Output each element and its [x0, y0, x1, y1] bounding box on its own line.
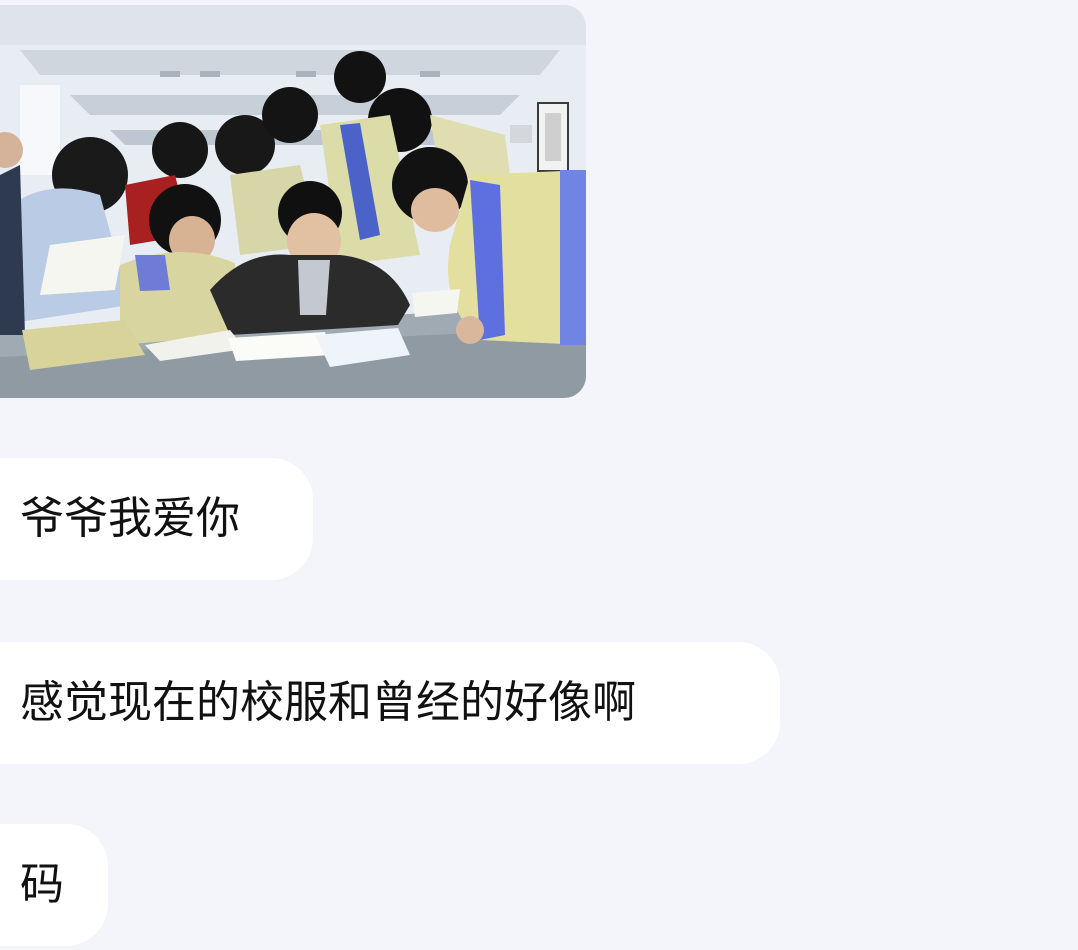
message-text-2: 感觉现在的校服和曾经的好像啊 [20, 677, 636, 728]
classroom-photo-icon [0, 5, 586, 398]
message-text-3: 码 [20, 859, 64, 910]
chat-thread: 爷爷我爱你 感觉现在的校服和曾经的好像啊 码 [0, 0, 1078, 950]
message-bubble-1[interactable]: 爷爷我爱你 [0, 458, 313, 580]
message-bubble-2[interactable]: 感觉现在的校服和曾经的好像啊 [0, 642, 780, 764]
photo-message[interactable] [0, 5, 586, 398]
message-bubble-3[interactable]: 码 [0, 824, 108, 946]
message-text-1: 爷爷我爱你 [20, 493, 240, 544]
